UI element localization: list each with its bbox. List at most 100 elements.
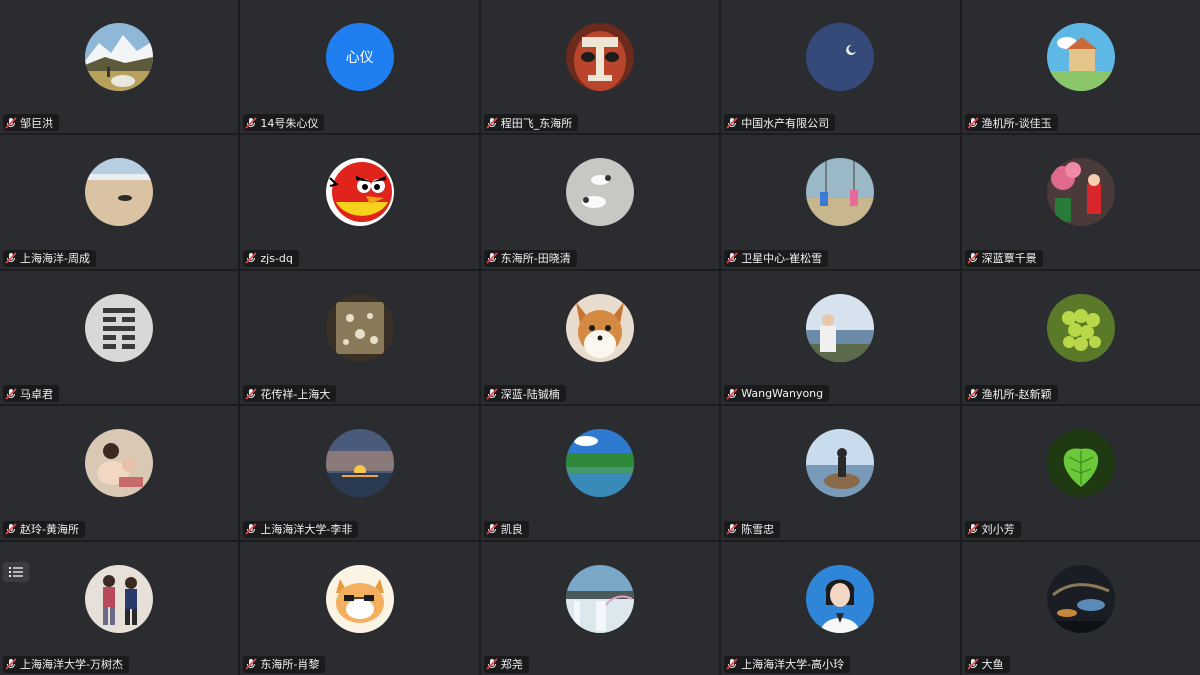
participant-tile[interactable]: 心仪 14号朱心仪 <box>240 0 479 134</box>
muted-mic-icon <box>726 117 738 129</box>
participant-tile[interactable]: 程田飞_东海所 <box>480 0 720 134</box>
participant-tile[interactable]: 上海海洋-周成 <box>0 135 239 269</box>
participant-name: 凯良 <box>500 523 523 537</box>
participant-name-tag: 大鱼 <box>964 655 1010 673</box>
participant-name: 陈雪忠 <box>741 523 775 537</box>
participant-name-tag: 马卓君 <box>3 385 59 403</box>
participant-name: 14号朱心仪 <box>260 116 319 130</box>
participant-tile[interactable]: 上海海洋大学-万树杰 <box>0 541 239 675</box>
participant-tile[interactable]: WangWanyong <box>721 270 960 405</box>
muted-mic-icon <box>5 523 17 535</box>
muted-mic-icon <box>245 658 257 671</box>
participant-name-tag: 深蓝-陆铖楠 <box>483 385 566 403</box>
participant-name-tag: 赵玲-黄海所 <box>3 520 85 538</box>
participant-name-tag: 凯良 <box>483 520 529 538</box>
muted-mic-icon <box>245 252 257 264</box>
participant-tile[interactable]: 东海所-肖黎 <box>240 541 479 675</box>
avatar <box>1046 293 1115 362</box>
participant-name-tag: 郑尧 <box>483 655 529 673</box>
participant-name: 深蓝-陆铖楠 <box>500 387 560 401</box>
participant-tile[interactable]: 渔机所-谈佳玉 <box>961 0 1200 134</box>
participant-tile[interactable]: 花传祥-上海大 <box>240 270 479 405</box>
muted-mic-icon <box>5 117 17 129</box>
participant-name-tag: 渔机所-谈佳玉 <box>964 114 1058 132</box>
participant-name: 上海海洋大学-李非 <box>260 523 353 537</box>
participant-name-tag: 卫星中心-崔松雪 <box>724 249 829 267</box>
avatar <box>85 429 154 498</box>
participant-tile[interactable]: 陈雪忠 <box>721 406 960 540</box>
participant-name-tag: 上海海洋大学-高小玲 <box>724 655 851 673</box>
participant-name: 上海海洋大学-高小玲 <box>741 658 845 672</box>
participant-tile[interactable]: 马卓君 <box>0 270 239 405</box>
avatar <box>806 23 875 91</box>
participant-name-tag: 上海海洋大学-万树杰 <box>3 655 129 673</box>
muted-mic-icon <box>967 523 979 535</box>
avatar <box>85 564 154 633</box>
participant-name: 中国水产有限公司 <box>741 116 830 130</box>
participant-name-tag: 陈雪忠 <box>724 520 781 538</box>
participant-name: 深蓝覃千景 <box>981 252 1037 266</box>
participant-name-tag: 14号朱心仪 <box>243 114 325 132</box>
muted-mic-icon <box>245 523 257 535</box>
participant-tile[interactable]: 中国水产有限公司 <box>721 0 960 134</box>
muted-mic-icon <box>726 658 738 671</box>
muted-mic-icon <box>967 252 979 264</box>
participant-name: 卫星中心-崔松雪 <box>741 252 823 266</box>
participant-name: 花传祥-上海大 <box>260 387 331 401</box>
participant-name-tag: 上海海洋大学-李非 <box>243 520 359 538</box>
avatar <box>565 564 634 633</box>
participant-tile[interactable]: 渔机所-赵新颖 <box>961 270 1200 405</box>
avatar <box>1046 23 1115 91</box>
avatar <box>565 158 634 227</box>
avatar <box>85 293 154 362</box>
avatar <box>806 564 875 633</box>
participant-name-tag: 程田飞_东海所 <box>483 114 579 132</box>
muted-mic-icon <box>726 252 738 264</box>
participant-tile[interactable]: 卫星中心-崔松雪 <box>721 135 960 269</box>
participant-name: 上海海洋大学-万树杰 <box>20 658 123 672</box>
muted-mic-icon <box>5 658 17 671</box>
participant-name: 程田飞_东海所 <box>500 116 573 130</box>
participant-name: 东海所-田晓清 <box>500 252 571 266</box>
muted-mic-icon <box>967 388 979 400</box>
participant-name-tag: 中国水产有限公司 <box>724 114 836 132</box>
participant-name: 郑尧 <box>500 658 523 672</box>
participant-tile[interactable]: 深蓝-陆铖楠 <box>480 270 720 405</box>
participant-tile[interactable]: 凯良 <box>480 406 720 540</box>
participant-tile[interactable]: 邹巨洪 <box>0 0 239 134</box>
muted-mic-icon <box>5 252 17 264</box>
participant-tile[interactable]: 赵玲-黄海所 <box>0 406 239 540</box>
avatar-initials: 心仪 <box>325 23 394 91</box>
avatar <box>325 158 394 227</box>
muted-mic-icon <box>245 388 257 400</box>
participant-tile[interactable]: zjs-dq <box>240 135 479 269</box>
muted-mic-icon <box>245 117 257 129</box>
avatar <box>565 429 634 498</box>
muted-mic-icon <box>486 117 498 129</box>
participant-tile[interactable]: 上海海洋大学-李非 <box>240 406 479 540</box>
avatar <box>1046 429 1115 498</box>
muted-mic-icon <box>486 252 498 264</box>
participant-tile[interactable]: 东海所-田晓清 <box>480 135 720 269</box>
muted-mic-icon <box>726 523 738 535</box>
muted-mic-icon <box>486 658 498 671</box>
participant-tile[interactable]: 刘小芳 <box>961 406 1200 540</box>
participant-list-button[interactable] <box>3 561 29 582</box>
avatar <box>325 293 394 362</box>
participant-tile[interactable]: 上海海洋大学-高小玲 <box>721 541 960 675</box>
participant-tile[interactable]: 深蓝覃千景 <box>961 135 1200 269</box>
avatar <box>325 429 394 498</box>
muted-mic-icon <box>726 388 738 400</box>
participant-tile[interactable]: 郑尧 <box>480 541 720 675</box>
participant-name: zjs-dq <box>260 251 293 265</box>
participant-name: 东海所-肖黎 <box>260 658 320 672</box>
participant-tile[interactable]: 大鱼 <box>961 541 1200 675</box>
avatar <box>565 293 634 362</box>
list-icon <box>9 566 23 577</box>
avatar <box>1046 564 1115 633</box>
participant-name-tag: 花传祥-上海大 <box>243 385 337 403</box>
participant-name-tag: 深蓝覃千景 <box>964 249 1043 267</box>
avatar <box>325 564 394 633</box>
participant-name: 渔机所-谈佳玉 <box>981 116 1052 130</box>
video-grid: 邹巨洪 心仪 14号朱心仪 程田飞_东海所 中国水产有限公司 渔机所-谈佳玉 上… <box>0 0 1200 675</box>
